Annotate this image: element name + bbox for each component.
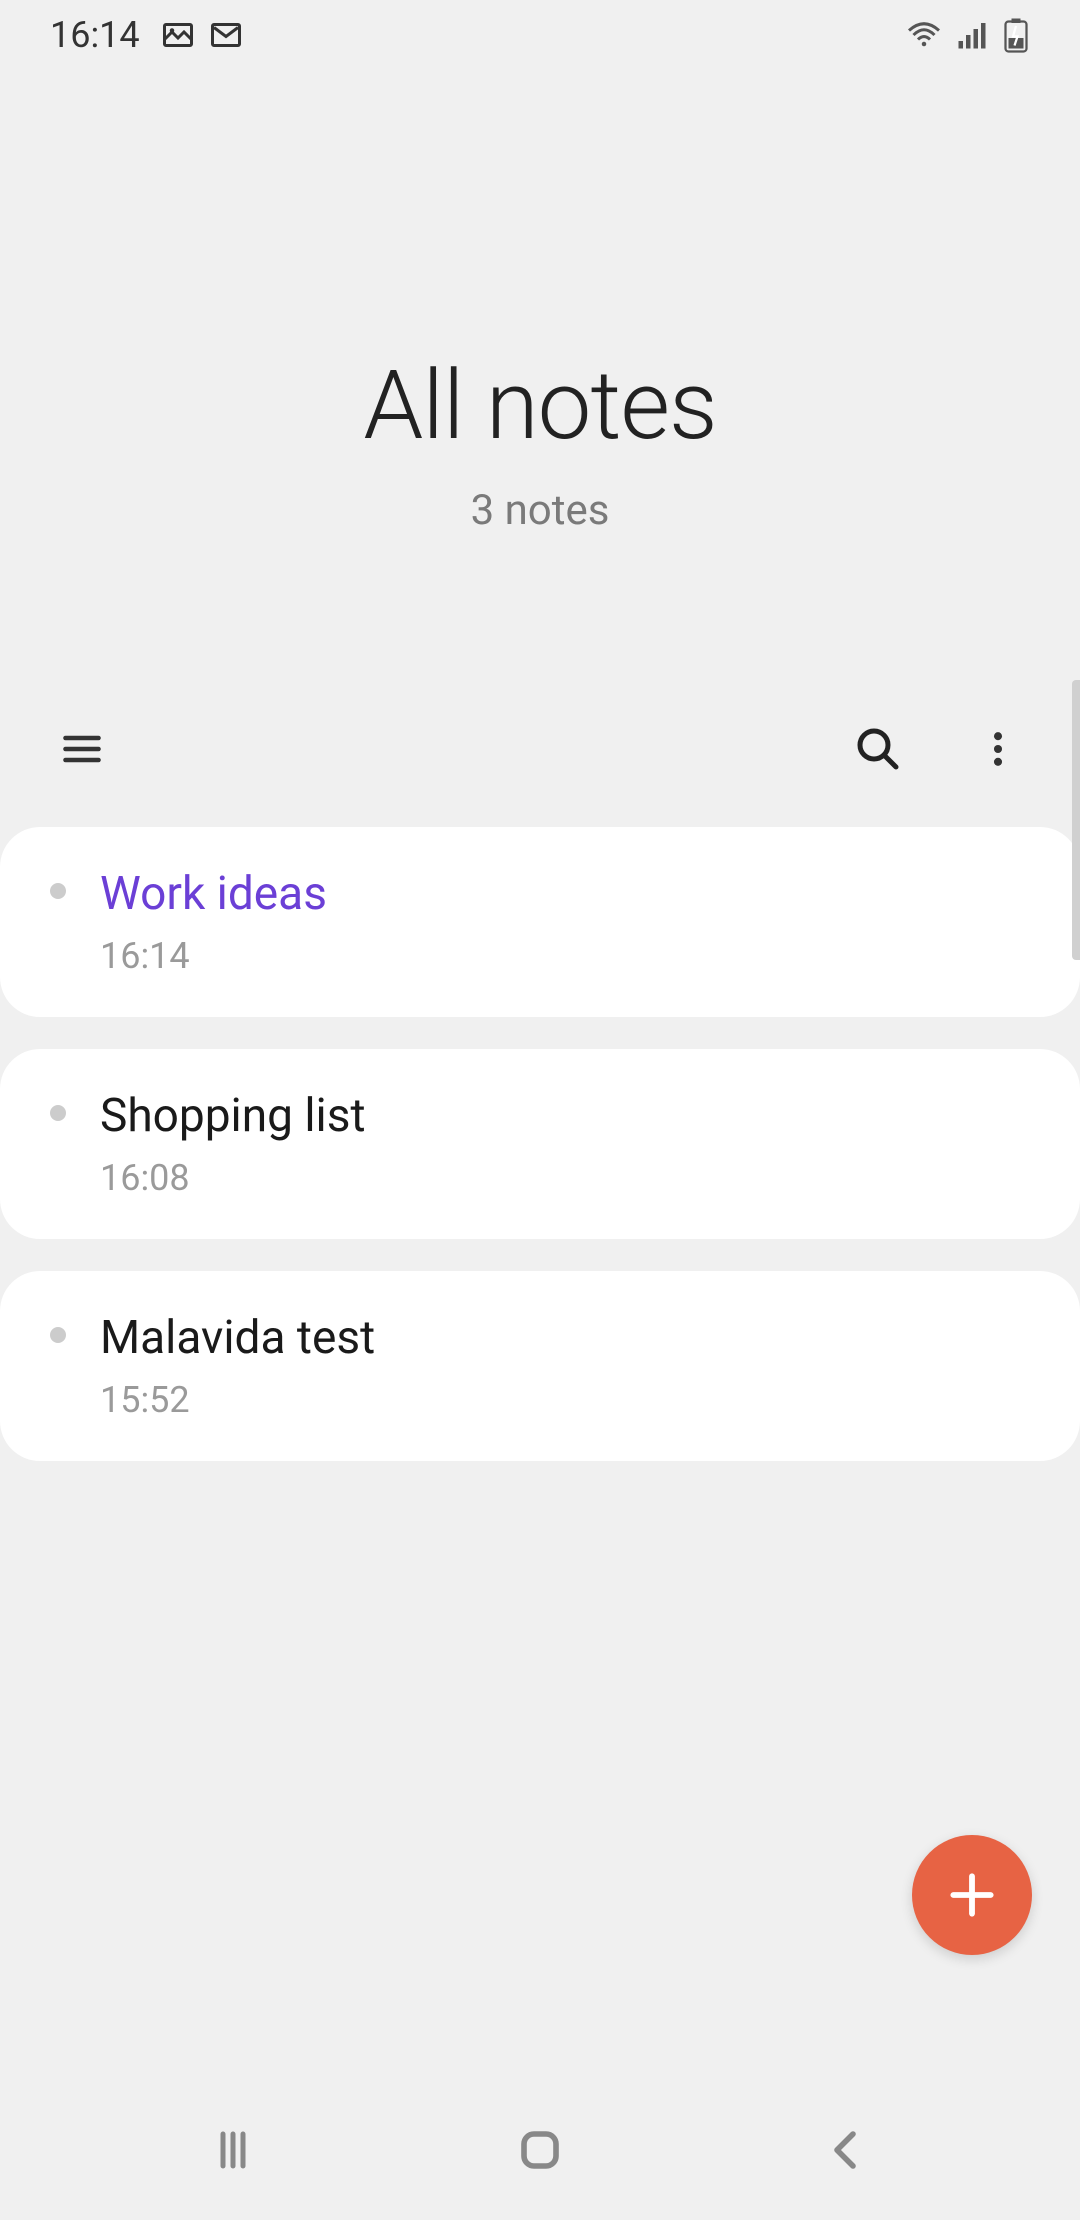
note-item[interactable]: Work ideas 16:14 [0, 827, 1080, 1017]
note-title: Work ideas [100, 867, 1030, 921]
picture-icon [160, 17, 196, 53]
mail-icon [208, 17, 244, 53]
note-bullet-icon [50, 883, 66, 899]
toolbar-left [50, 717, 114, 781]
add-note-button[interactable] [912, 1835, 1032, 1955]
battery-icon [1002, 17, 1030, 53]
scroll-indicator[interactable] [1072, 680, 1080, 960]
back-button[interactable] [783, 2106, 911, 2194]
recents-button[interactable] [169, 2106, 297, 2194]
plus-icon [944, 1867, 1000, 1923]
home-button[interactable] [476, 2106, 604, 2194]
recents-icon [209, 2126, 257, 2174]
note-title: Malavida test [100, 1311, 1030, 1365]
note-item[interactable]: Shopping list 16:08 [0, 1049, 1080, 1239]
note-bullet-icon [50, 1327, 66, 1343]
note-item[interactable]: Malavida test 15:52 [0, 1271, 1080, 1461]
home-icon [516, 2126, 564, 2174]
status-bar: 16:14 [0, 0, 1080, 70]
more-vertical-icon [976, 727, 1020, 771]
status-icons-left [160, 17, 244, 53]
toolbar-right [844, 715, 1030, 783]
menu-button[interactable] [50, 717, 114, 781]
notes-count: 3 notes [0, 486, 1080, 535]
header: All notes 3 notes [0, 70, 1080, 675]
more-options-button[interactable] [966, 717, 1030, 781]
search-icon [854, 725, 902, 773]
status-bar-right [906, 17, 1030, 53]
note-timestamp: 16:14 [100, 935, 1030, 977]
status-time: 16:14 [50, 14, 140, 56]
search-button[interactable] [844, 715, 912, 783]
note-timestamp: 15:52 [100, 1379, 1030, 1421]
back-icon [823, 2126, 871, 2174]
status-bar-left: 16:14 [50, 14, 244, 56]
page-title: All notes [0, 350, 1080, 462]
toolbar [0, 675, 1080, 807]
note-timestamp: 16:08 [100, 1157, 1030, 1199]
notes-list: Work ideas 16:14 Shopping list 16:08 Mal… [0, 827, 1080, 1461]
note-bullet-icon [50, 1105, 66, 1121]
signal-icon [954, 17, 990, 53]
note-title: Shopping list [100, 1089, 1030, 1143]
wifi-icon [906, 17, 942, 53]
hamburger-icon [60, 727, 104, 771]
navigation-bar [0, 2080, 1080, 2220]
